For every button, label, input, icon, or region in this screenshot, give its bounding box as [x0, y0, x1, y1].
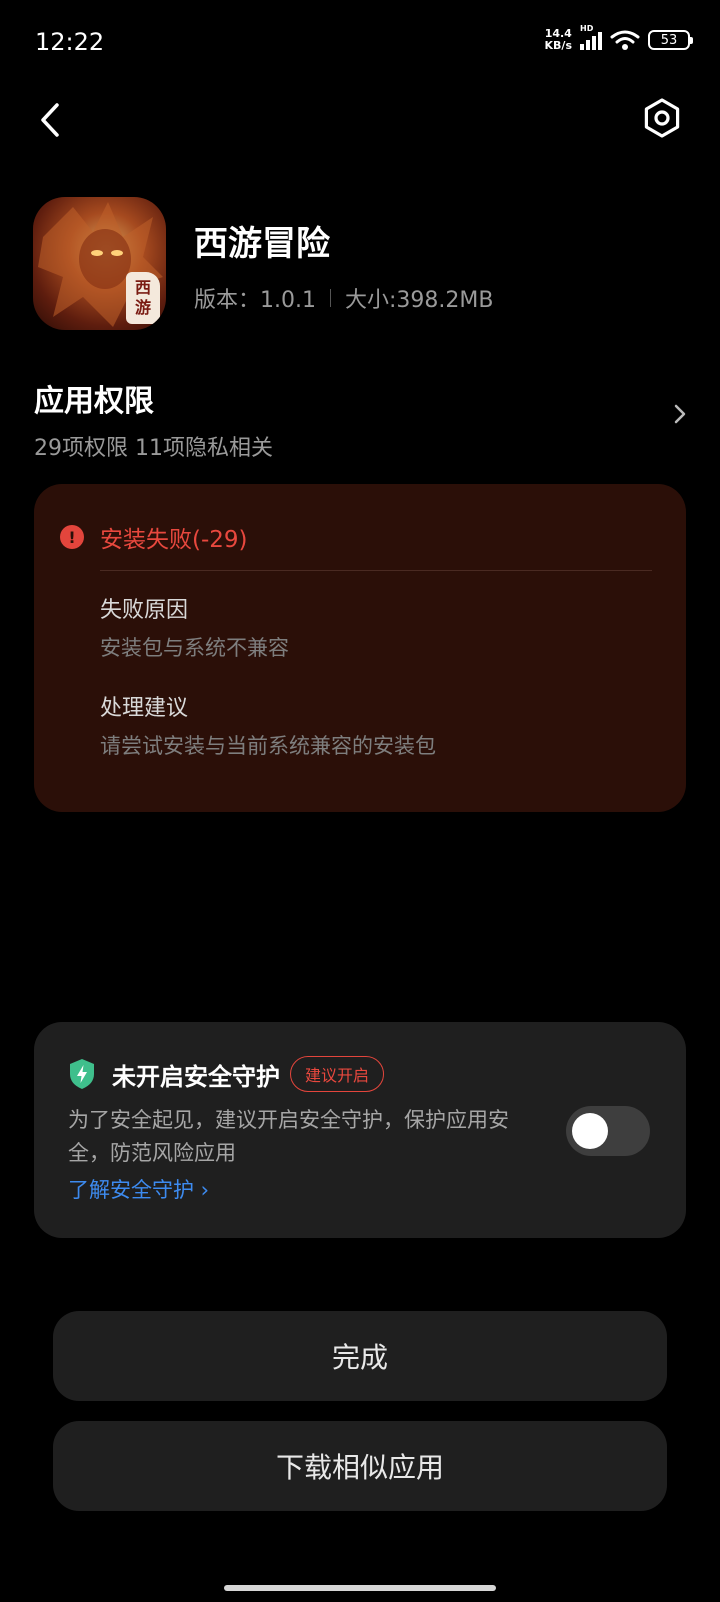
chevron-right-icon [674, 404, 686, 424]
permissions-row[interactable]: 应用权限 29项权限 11项隐私相关 [34, 376, 690, 461]
security-title: 未开启安全守护 [112, 1062, 280, 1091]
learn-security-link[interactable]: 了解安全守护 › [68, 1174, 209, 1204]
app-icon-badge: 西 游 [126, 272, 160, 324]
app-icon: 西 游 [33, 197, 166, 330]
network-speed-unit: KB/s [544, 39, 572, 52]
shield-bolt-icon [70, 1059, 94, 1089]
app-icon-badge-top: 西 [134, 278, 151, 297]
home-indicator[interactable] [224, 1585, 496, 1591]
app-size: 大小:398.2MB [344, 288, 494, 313]
permissions-summary: 29项权限 11项隐私相关 [34, 436, 273, 461]
permissions-title: 应用权限 [34, 384, 154, 419]
security-header: 未开启安全守护 建议开启 [68, 1056, 385, 1092]
done-button[interactable]: 完成 [53, 1311, 667, 1401]
failure-reason-label: 失败原因 [100, 598, 189, 623]
status-bar: 12:22 14.4 KB/s HD 53 [0, 0, 720, 84]
gear-icon [644, 98, 680, 138]
install-error-card: ! 安装失败(-29) 失败原因 安装包与系统不兼容 处理建议 请尝试安装与当前… [34, 484, 686, 812]
app-version: 版本：1.0.1 [194, 288, 316, 313]
signal-hd-label: HD [580, 24, 594, 33]
meta-divider [329, 289, 331, 307]
status-time: 12:22 [35, 28, 105, 56]
toggle-knob [572, 1113, 608, 1149]
back-button[interactable] [30, 98, 70, 142]
failure-reason-text: 安装包与系统不兼容 [100, 636, 289, 660]
download-similar-button[interactable]: 下载相似应用 [53, 1421, 667, 1511]
security-toggle[interactable] [566, 1106, 650, 1156]
security-description: 为了安全起见，建议开启安全守护，保护应用安全，防范风险应用 [68, 1108, 509, 1165]
network-speed: 14.4 KB/s [545, 28, 572, 52]
divider [100, 570, 652, 571]
status-icons: 14.4 KB/s HD 53 [545, 24, 693, 52]
app-name: 西游冒险 [194, 224, 330, 264]
exclamation-circle-icon: ! [60, 525, 84, 549]
security-guard-card: 未开启安全守护 建议开启 为了安全起见，建议开启安全守护，保护应用安全，防范风险… [34, 1022, 686, 1238]
wifi-icon [610, 30, 640, 50]
recommend-badge: 建议开启 [290, 1056, 385, 1092]
settings-button[interactable] [640, 96, 684, 140]
battery-icon: 53 [648, 30, 693, 50]
error-title: 安装失败(-29) [100, 527, 248, 553]
app-meta: 版本：1.0.1 大小:398.2MB [194, 282, 493, 314]
app-icon-badge-bottom: 游 [134, 298, 151, 317]
chevron-left-icon [41, 103, 59, 137]
error-header: ! 安装失败(-29) [60, 520, 248, 554]
battery-level: 53 [660, 32, 678, 48]
advice-text: 请尝试安装与当前系统兼容的安装包 [100, 734, 436, 758]
advice-label: 处理建议 [100, 696, 189, 721]
cell-signal-icon: HD [580, 24, 602, 50]
